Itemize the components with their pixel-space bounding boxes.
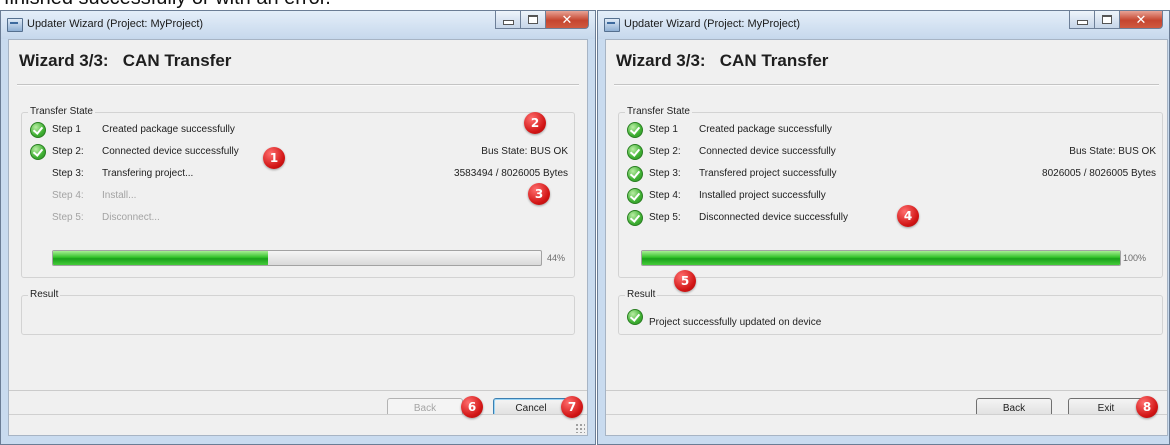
step-description: Connected device successfully: [699, 146, 836, 157]
callout-badge: 6: [461, 396, 483, 418]
callout-badge: 1: [263, 147, 285, 169]
status-bar: [606, 414, 1167, 435]
callout-badge: 5: [674, 270, 696, 292]
wizard-content: Wizard 3/3: CAN Transfer Transfer State …: [8, 39, 588, 436]
window-controls: ✕: [1069, 11, 1163, 30]
step-number: Step 5:: [52, 212, 84, 223]
status-bar: [9, 414, 587, 435]
wizard-title: Wizard 3/3: CAN Transfer: [616, 51, 829, 70]
caption-text: finished successfully or with an error.: [4, 0, 331, 10]
transfer-progress-bar: [52, 250, 542, 266]
check-icon: [627, 210, 643, 226]
check-icon: [627, 188, 643, 204]
callout-badge: 2: [524, 112, 546, 134]
check-icon: [627, 309, 643, 325]
title-divider: [614, 84, 1159, 86]
check-icon: [627, 144, 643, 160]
result-message: Project successfully updated on device: [649, 317, 822, 328]
step-number: Step 2:: [52, 146, 84, 157]
step-number: Step 1: [649, 124, 678, 135]
step-number: Step 3:: [52, 168, 84, 179]
callout-badge: 7: [561, 396, 583, 418]
result-group: Result: [21, 289, 575, 335]
transfer-state-group: Transfer State Step 1 Created package su…: [618, 106, 1163, 278]
progress-fill: [53, 251, 268, 265]
progress-percent: 44%: [547, 253, 566, 263]
step-description: Install...: [102, 190, 137, 201]
title-bar[interactable]: Updater Wizard (Project: MyProject) ✕: [598, 11, 1169, 39]
result-label: Result: [625, 289, 658, 300]
step-description: Created package successfully: [102, 124, 235, 135]
close-icon[interactable]: ✕: [545, 11, 589, 29]
bytes-transferred: 8026005 / 8026005 Bytes: [1042, 168, 1156, 179]
window-controls: ✕: [495, 11, 589, 30]
title-bar[interactable]: Updater Wizard (Project: MyProject) ✕: [1, 11, 595, 39]
check-icon: [30, 144, 46, 160]
transfer-state-label: Transfer State: [625, 106, 692, 117]
bus-state: Bus State: BUS OK: [481, 146, 568, 157]
check-icon: [627, 166, 643, 182]
result-label: Result: [28, 289, 61, 300]
callout-badge: 8: [1136, 396, 1158, 418]
title-divider: [17, 84, 579, 86]
progress-fill: [642, 251, 1120, 265]
app-icon: [7, 18, 23, 32]
bus-state: Bus State: BUS OK: [1069, 146, 1156, 157]
step-description: Disconnected device successfully: [699, 212, 848, 223]
window-title: Updater Wizard (Project: MyProject): [27, 18, 204, 30]
wizard-content: Wizard 3/3: CAN Transfer Transfer State …: [605, 39, 1168, 436]
bytes-transferred: 3583494 / 8026005 Bytes: [454, 168, 568, 179]
step-description: Installed project successfully: [699, 190, 826, 201]
progress-percent: 100%: [1123, 253, 1147, 263]
check-icon: [627, 122, 643, 138]
minimize-icon[interactable]: [1069, 11, 1095, 29]
step-number: Step 2:: [649, 146, 681, 157]
step-description: Connected device successfully: [102, 146, 239, 157]
result-group: Result Project successfully updated on d…: [618, 289, 1163, 335]
transfer-state-label: Transfer State: [28, 106, 95, 117]
window-title: Updater Wizard (Project: MyProject): [624, 18, 801, 30]
footer-divider: [9, 390, 587, 391]
minimize-icon[interactable]: [495, 11, 521, 29]
step-number: Step 3:: [649, 168, 681, 179]
maximize-icon[interactable]: [1094, 11, 1120, 29]
step-number: Step 4:: [649, 190, 681, 201]
transfer-progress-bar: [641, 250, 1121, 266]
callout-badge: 4: [897, 205, 919, 227]
transfer-state-group: Transfer State Step 1 Created package su…: [21, 106, 575, 278]
step-description: Created package successfully: [699, 124, 832, 135]
close-icon[interactable]: ✕: [1119, 11, 1163, 29]
caption-strip: finished successfully or with an error.: [0, 0, 1170, 10]
step-number: Step 1: [52, 124, 81, 135]
step-number: Step 5:: [649, 212, 681, 223]
step-number: Step 4:: [52, 190, 84, 201]
step-description: Transfering project...: [102, 168, 194, 179]
check-icon: [30, 122, 46, 138]
resize-grip-icon[interactable]: [575, 423, 585, 433]
footer-divider: [606, 390, 1167, 391]
maximize-icon[interactable]: [520, 11, 546, 29]
callout-badge: 3: [528, 183, 550, 205]
wizard-title: Wizard 3/3: CAN Transfer: [19, 51, 232, 70]
app-icon: [604, 18, 620, 32]
wizard-window-complete: Updater Wizard (Project: MyProject) ✕ Wi…: [597, 10, 1170, 445]
step-description: Transfered project successfully: [699, 168, 837, 179]
step-description: Disconnect...: [102, 212, 160, 223]
wizard-window-in-progress: Updater Wizard (Project: MyProject) ✕ Wi…: [0, 10, 596, 445]
